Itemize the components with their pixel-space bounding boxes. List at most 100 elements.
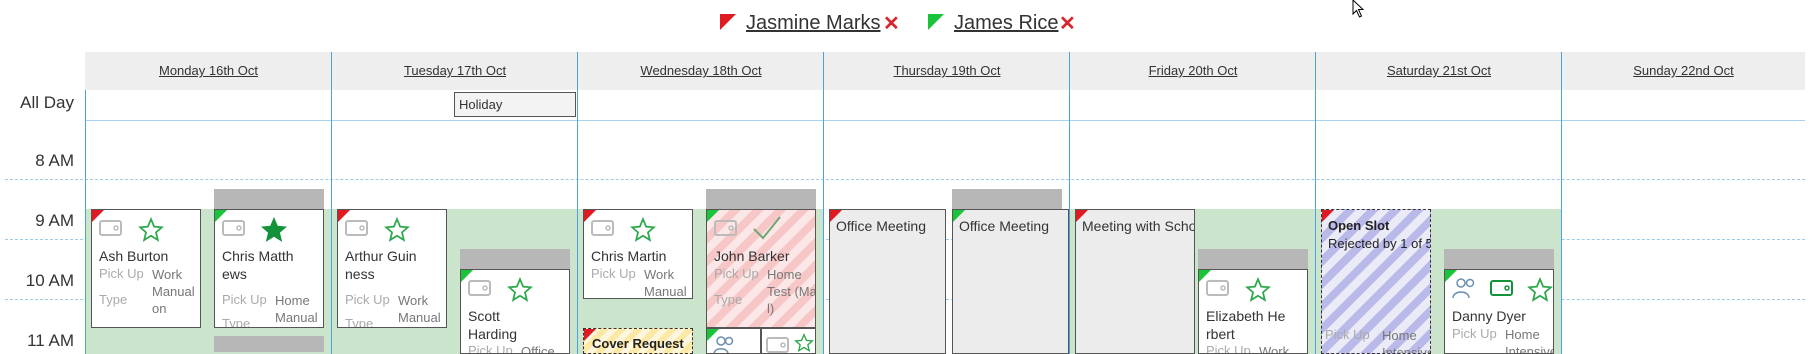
day-header-thursday[interactable]: Thursday 19th Oct xyxy=(824,52,1070,90)
event-meeting-with-school[interactable]: Meeting with Schoo xyxy=(1075,209,1195,354)
mouse-pointer-icon xyxy=(1352,0,1365,18)
pickup-label: Pick Up xyxy=(222,292,267,307)
pickup-label: Pick Up xyxy=(345,292,390,307)
time-label-11am: 11 AM xyxy=(27,331,74,350)
day-divider xyxy=(1315,52,1316,354)
wallet-icon xyxy=(99,220,122,236)
type-value-wrap: on xyxy=(398,326,412,327)
pupil-name: Danny Dyer xyxy=(1452,308,1526,324)
type-value: Intensive xyxy=(1505,344,1554,354)
type-label: Type xyxy=(714,292,743,307)
appointment-card-arthur-guinness[interactable]: Arthur Guin ness Pick Up Type Work Manua… xyxy=(337,209,447,328)
appointment-card-chris-matthews[interactable]: Chris Matth ews Pick Up Type Home Manual… xyxy=(214,209,324,328)
appointment-card-small[interactable] xyxy=(706,328,761,354)
type-value: Manual xyxy=(152,284,195,299)
star-outline-icon[interactable] xyxy=(507,277,533,303)
appointment-card-scott-harding[interactable]: Scott Harding Pick Up Office xyxy=(460,269,570,354)
event-title: Office Meeting xyxy=(836,218,927,234)
legend-name-james[interactable]: James Rice xyxy=(954,12,1058,35)
day-divider xyxy=(1069,52,1070,354)
pickup-label: Pick Up xyxy=(99,266,144,281)
travel-bar xyxy=(214,336,324,352)
pickup-value: Work xyxy=(152,267,183,282)
type-value-wrap: on xyxy=(275,326,289,327)
day-header-monday[interactable]: Monday 16th Oct xyxy=(85,52,332,90)
time-label-all-day: All Day xyxy=(20,93,74,112)
appointment-card-small[interactable] xyxy=(761,328,816,354)
remove-jasmine-close-icon[interactable]: ✕ xyxy=(883,11,900,36)
star-outline-icon[interactable] xyxy=(794,333,814,353)
all-day-event-holiday[interactable]: Holiday xyxy=(454,92,576,117)
pickup-label: Pick Up xyxy=(591,266,636,281)
pickup-value: Work xyxy=(398,293,429,308)
appointment-card-chris-martin[interactable]: Chris Martin Pick Up Work Manual xyxy=(583,209,693,299)
pickup-label: Pick Up xyxy=(714,266,759,281)
wallet-paid-icon xyxy=(1490,280,1513,296)
star-outline-icon[interactable] xyxy=(630,217,656,243)
pupil-name: Scott xyxy=(468,308,500,324)
pupil-name: Ash Burton xyxy=(99,248,169,264)
star-outline-icon[interactable] xyxy=(1245,277,1271,303)
day-divider xyxy=(577,52,578,354)
day-header-sunday[interactable]: Sunday 22nd Oct xyxy=(1562,52,1805,90)
type-value: Manual xyxy=(644,284,687,299)
open-slot-status: Rejected by 1 of 5 xyxy=(1328,236,1431,251)
travel-bar xyxy=(952,189,1062,209)
day-header-saturday[interactable]: Saturday 21st Oct xyxy=(1316,52,1562,90)
type-value: Manual xyxy=(398,310,441,325)
wallet-icon xyxy=(714,220,737,236)
time-label-8am: 8 AM xyxy=(35,151,74,170)
star-outline-icon[interactable] xyxy=(138,217,164,243)
legend-name-jasmine[interactable]: Jasmine Marks xyxy=(746,12,880,35)
pickup-value: Home xyxy=(767,267,802,282)
cover-request-title: Cover Request xyxy=(592,336,684,351)
pupil-name: John Barker xyxy=(714,248,790,264)
type-label: Type xyxy=(99,292,128,307)
pupil-name: Chris Martin xyxy=(591,248,667,264)
pupil-name-wrap: ews xyxy=(222,266,247,282)
remove-james-close-icon[interactable]: ✕ xyxy=(1059,11,1076,36)
day-header-friday[interactable]: Friday 20th Oct xyxy=(1070,52,1316,90)
cover-request-card[interactable]: Cover Request xyxy=(583,328,693,354)
pickup-value: Home xyxy=(1505,327,1540,342)
grid-line xyxy=(5,179,1805,180)
appointment-card-elizabeth-herbert[interactable]: Elizabeth He rbert Pick Up Work xyxy=(1198,269,1308,354)
pickup-label: Pick Up xyxy=(468,343,513,354)
wallet-icon xyxy=(1206,280,1229,296)
pupil-name-wrap: ness xyxy=(345,266,375,282)
day-divider xyxy=(331,52,332,354)
type-label: Type xyxy=(222,316,251,328)
day-header-tuesday[interactable]: Tuesday 17th Oct xyxy=(332,52,578,90)
time-label-10am: 10 AM xyxy=(25,271,74,290)
travel-bar xyxy=(706,189,816,209)
open-slot-card[interactable]: Open Slot Rejected by 1 of 5 Pick Up Hom… xyxy=(1321,209,1431,354)
travel-bar xyxy=(1444,249,1554,269)
star-outline-icon[interactable] xyxy=(384,217,410,243)
travel-bar xyxy=(1198,249,1308,269)
day-header-wednesday[interactable]: Wednesday 18th Oct xyxy=(578,52,824,90)
star-filled-icon[interactable] xyxy=(261,217,287,243)
pupil-name: Chris Matth xyxy=(222,248,294,264)
appointment-card-danny-dyer[interactable]: Danny Dyer Pick Up Home Intensive xyxy=(1444,269,1554,354)
wallet-icon xyxy=(345,220,368,236)
all-day-divider xyxy=(85,120,1805,121)
pickup-value: Home xyxy=(275,293,310,308)
pickup-value: Work xyxy=(1259,344,1290,354)
day-divider xyxy=(823,52,824,354)
pupil-name: Elizabeth He xyxy=(1206,308,1286,324)
type-value-wrap: l) xyxy=(767,301,775,316)
people-icon xyxy=(1452,278,1475,299)
pupil-name-wrap: rbert xyxy=(1206,326,1235,342)
appointment-card-john-barker[interactable]: John Barker Pick Up Type Home Test (Ma l… xyxy=(706,209,816,328)
day-divider xyxy=(1561,52,1562,354)
type-label: Type xyxy=(345,316,374,328)
jasmine-flag-icon xyxy=(720,14,736,30)
event-office-meeting-2[interactable]: Office Meeting xyxy=(952,209,1069,354)
people-icon xyxy=(713,336,734,353)
event-office-meeting-1[interactable]: Office Meeting xyxy=(829,209,946,354)
pupil-name-wrap: Harding xyxy=(468,326,518,342)
appointment-card-ash-burton[interactable]: Ash Burton Pick Up Type Work Manual on xyxy=(91,209,201,328)
type-value-wrap: on xyxy=(152,301,167,316)
pickup-label: Pick Up xyxy=(1452,326,1497,341)
star-outline-icon[interactable] xyxy=(1527,277,1553,303)
